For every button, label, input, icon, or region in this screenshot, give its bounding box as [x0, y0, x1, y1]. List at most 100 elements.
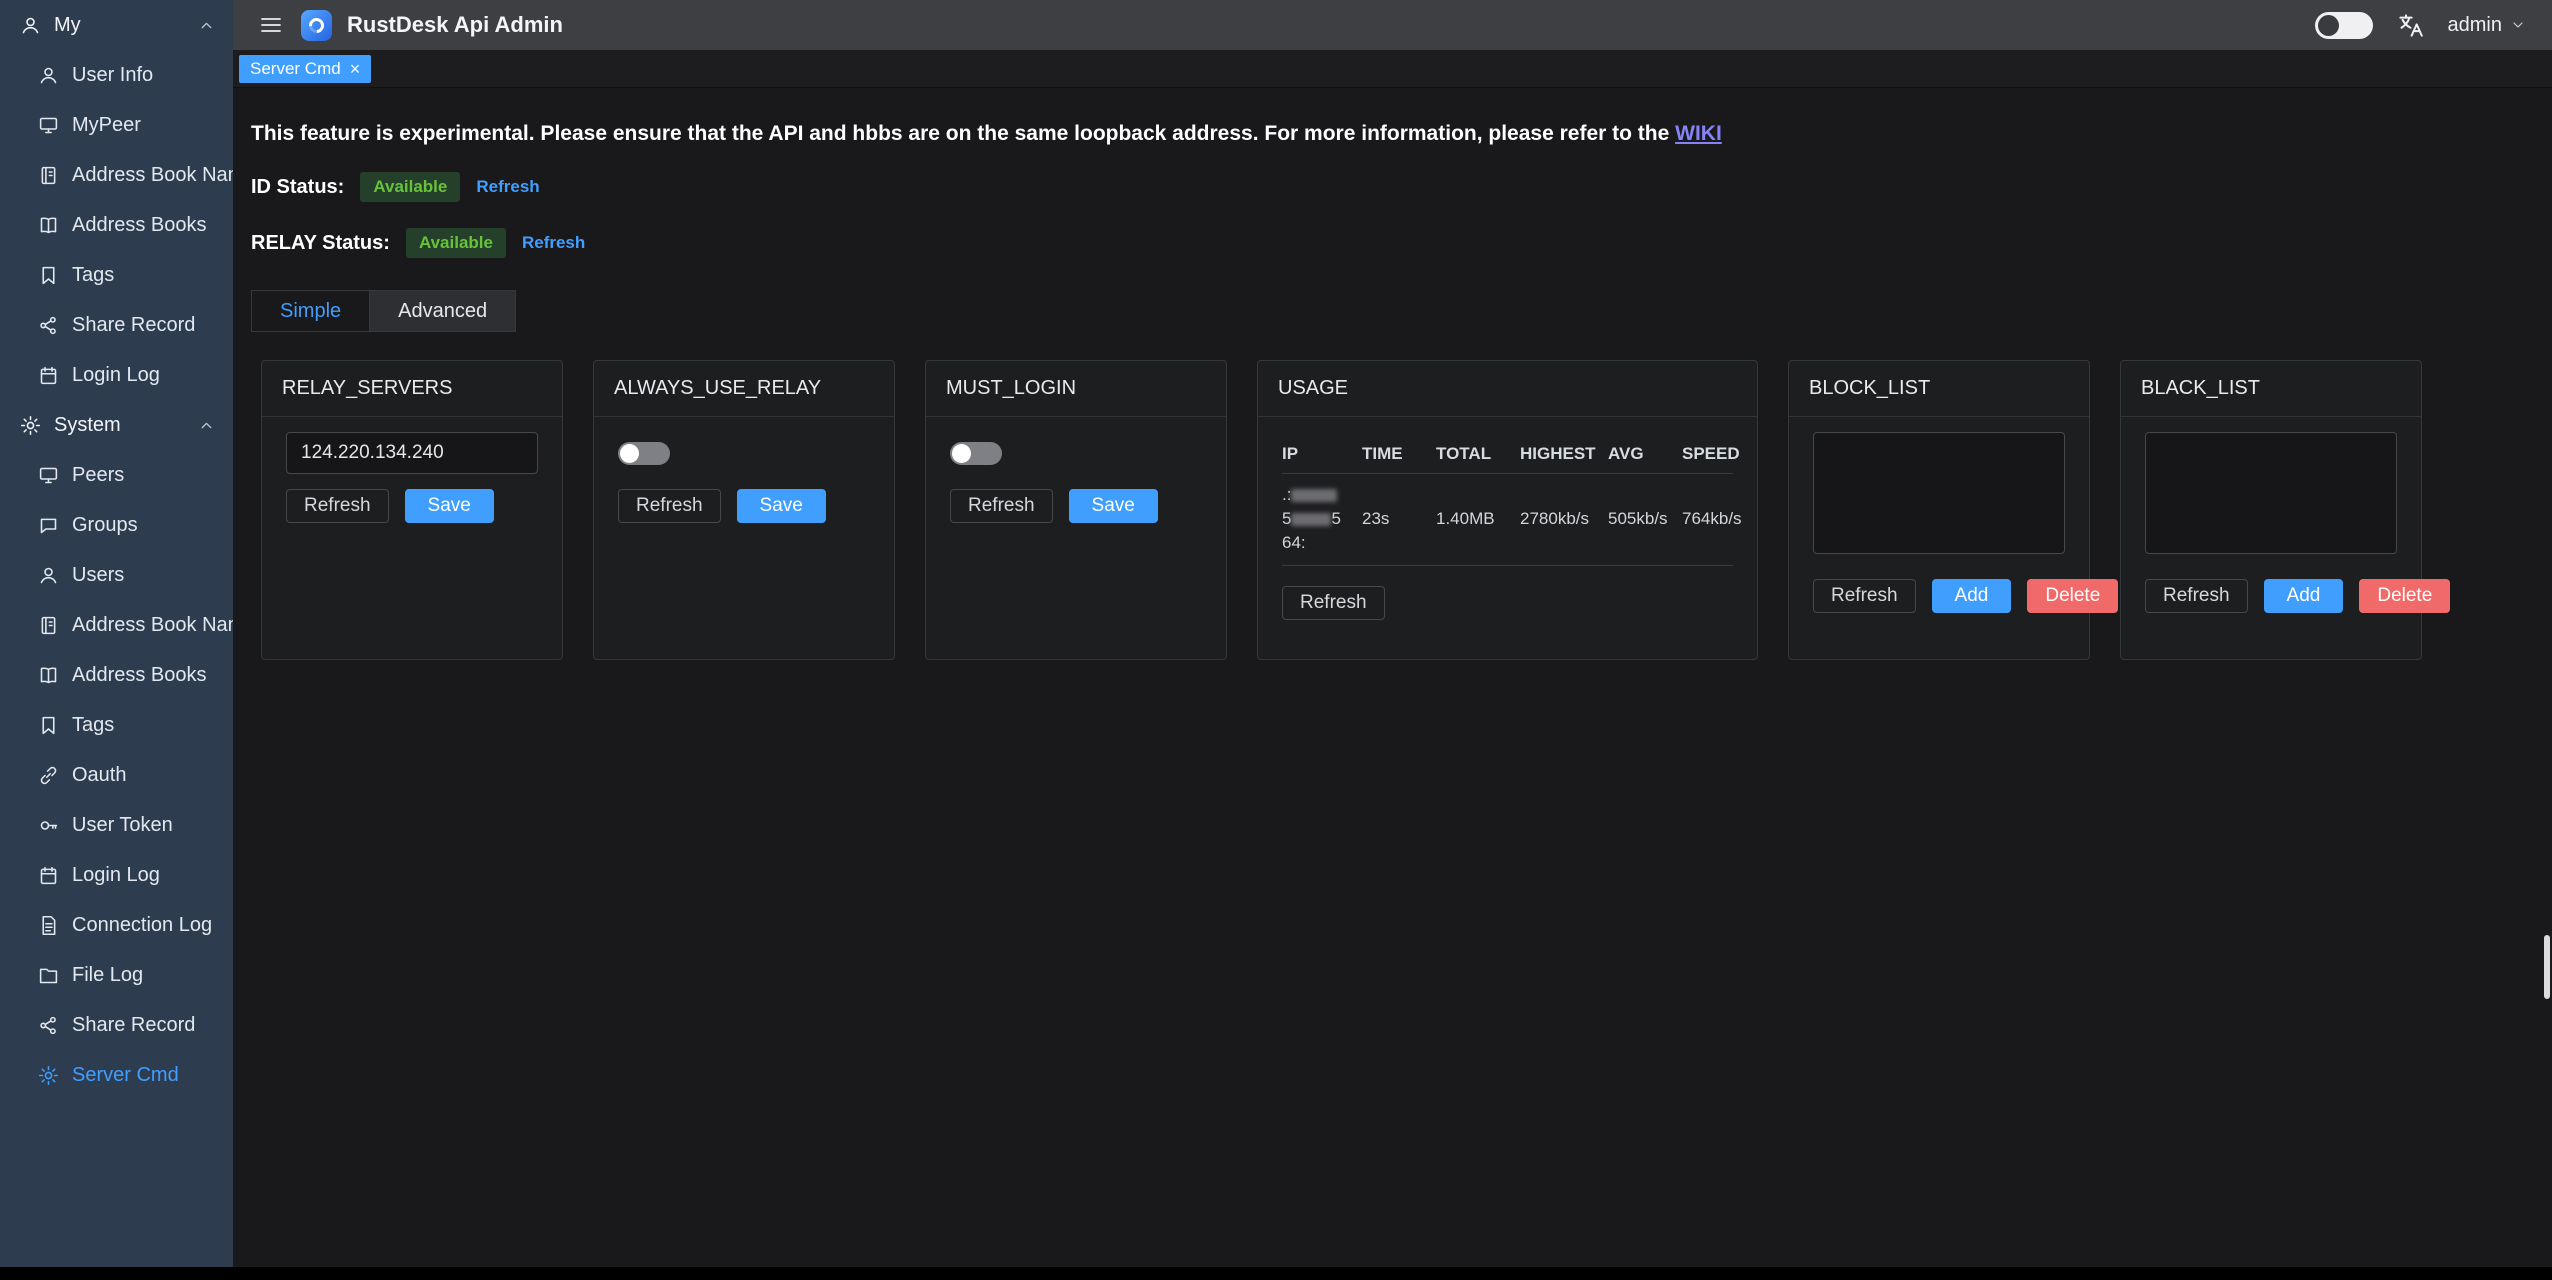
- topbar-right: admin: [2315, 12, 2526, 39]
- sidebar-item-users[interactable]: Users: [0, 550, 233, 600]
- redacted-ip-segment: [1291, 489, 1337, 502]
- sidebar-item-address-books-system[interactable]: Address Books: [0, 650, 233, 700]
- sidebar-item-address-books[interactable]: Address Books: [0, 200, 233, 250]
- hamburger-menu-icon[interactable]: [259, 13, 283, 37]
- sidebar-item-login-log-system[interactable]: Login Log: [0, 850, 233, 900]
- block-list-textarea[interactable]: [1813, 432, 2065, 554]
- tab-simple[interactable]: Simple: [251, 290, 370, 332]
- sidebar-item-share-record-system[interactable]: Share Record: [0, 1000, 233, 1050]
- black-list-textarea[interactable]: [2145, 432, 2397, 554]
- tag-label: Server Cmd: [250, 59, 341, 79]
- relay-servers-save-button[interactable]: Save: [405, 489, 494, 523]
- usage-avg-cell: 505kb/s: [1608, 509, 1682, 529]
- user-menu[interactable]: admin: [2448, 14, 2526, 37]
- sidebar-item-peers[interactable]: Peers: [0, 450, 233, 500]
- sidebar-item-address-book-names[interactable]: Address Book Names: [0, 600, 233, 650]
- sidebar-item-user-token[interactable]: User Token: [0, 800, 233, 850]
- card-relay-servers: RELAY_SERVERS Refresh Save: [261, 360, 563, 660]
- card-always-use-relay: ALWAYS_USE_RELAY Refresh Save: [593, 360, 895, 660]
- column-header-avg: AVG: [1608, 444, 1682, 464]
- usage-table-row: .: 55 64: 23s 1.40MB 2780kb/s 505kb/s 76…: [1282, 474, 1733, 566]
- folder-icon: [38, 965, 59, 986]
- usage-table-header: IP TIME TOTAL HIGHEST AVG SPEED: [1282, 438, 1733, 474]
- relay-servers-refresh-button[interactable]: Refresh: [286, 489, 389, 523]
- tag-icon: [38, 265, 59, 286]
- relay-status-refresh-link[interactable]: Refresh: [522, 233, 585, 253]
- sidebar-item-server-cmd[interactable]: Server Cmd: [0, 1050, 233, 1100]
- relay-status-label: RELAY Status:: [251, 232, 390, 255]
- sidebar-item-label: Share Record: [72, 1014, 195, 1037]
- card-usage: USAGE IP TIME TOTAL HIGHEST AVG SPEED: [1257, 360, 1758, 660]
- gear-icon: [38, 1065, 59, 1086]
- toggle-knob: [620, 444, 639, 463]
- usage-refresh-button[interactable]: Refresh: [1282, 586, 1385, 620]
- id-status-badge: Available: [360, 172, 460, 202]
- sidebar-item-file-log[interactable]: File Log: [0, 950, 233, 1000]
- notebook-icon: [38, 615, 59, 636]
- key-icon: [38, 815, 59, 836]
- relay-servers-input[interactable]: [286, 432, 538, 474]
- block-list-delete-button[interactable]: Delete: [2027, 579, 2118, 613]
- sidebar-item-connection-log[interactable]: Connection Log: [0, 900, 233, 950]
- card-black-list: BLACK_LIST Refresh Add Delete: [2120, 360, 2422, 660]
- block-list-refresh-button[interactable]: Refresh: [1813, 579, 1916, 613]
- book-icon: [38, 665, 59, 686]
- translate-icon[interactable]: [2397, 12, 2424, 39]
- sidebar-item-groups[interactable]: Groups: [0, 500, 233, 550]
- sidebar-item-address-book-name[interactable]: Address Book Name: [0, 150, 233, 200]
- sidebar-item-oauth[interactable]: Oauth: [0, 750, 233, 800]
- user-icon: [38, 565, 59, 586]
- ip-fragment: 64:: [1282, 533, 1306, 552]
- user-icon: [20, 15, 41, 36]
- server-cmd-page: This feature is experimental. Please ens…: [233, 88, 2552, 1280]
- toggle-knob: [952, 444, 971, 463]
- sidebar-item-label: Share Record: [72, 314, 195, 337]
- card-title: BLACK_LIST: [2121, 361, 2421, 417]
- id-status-label: ID Status:: [251, 176, 344, 199]
- scrollbar-thumb[interactable]: [2544, 935, 2550, 999]
- column-header-time: TIME: [1362, 444, 1436, 464]
- calendar-icon: [38, 865, 59, 886]
- topbar: RustDesk Api Admin admin: [233, 0, 2552, 50]
- tag-icon: [38, 715, 59, 736]
- window-bottom-edge: [0, 1267, 2552, 1280]
- sidebar-item-label: MyPeer: [72, 114, 141, 137]
- always-use-relay-toggle[interactable]: [618, 442, 670, 465]
- black-list-delete-button[interactable]: Delete: [2359, 579, 2450, 613]
- sidebar-item-tags[interactable]: Tags: [0, 250, 233, 300]
- card-title: BLOCK_LIST: [1789, 361, 2089, 417]
- always-use-relay-save-button[interactable]: Save: [737, 489, 826, 523]
- theme-toggle[interactable]: [2315, 12, 2373, 39]
- black-list-refresh-button[interactable]: Refresh: [2145, 579, 2248, 613]
- must-login-save-button[interactable]: Save: [1069, 489, 1158, 523]
- sidebar-section-my[interactable]: My: [0, 0, 233, 50]
- close-icon[interactable]: ×: [350, 60, 361, 78]
- tab-server-cmd[interactable]: Server Cmd ×: [239, 55, 371, 83]
- must-login-refresh-button[interactable]: Refresh: [950, 489, 1053, 523]
- id-status-refresh-link[interactable]: Refresh: [476, 177, 539, 197]
- black-list-add-button[interactable]: Add: [2264, 579, 2344, 613]
- settings-cards: RELAY_SERVERS Refresh Save ALWAYS_USE_RE…: [261, 360, 2522, 660]
- wiki-link[interactable]: WIKI: [1675, 122, 1722, 145]
- sidebar-item-label: Tags: [72, 714, 114, 737]
- must-login-toggle[interactable]: [950, 442, 1002, 465]
- chevron-up-icon: [198, 417, 215, 434]
- usage-table: IP TIME TOTAL HIGHEST AVG SPEED .: 55: [1282, 438, 1733, 566]
- gear-icon: [20, 415, 41, 436]
- always-use-relay-refresh-button[interactable]: Refresh: [618, 489, 721, 523]
- document-icon: [38, 915, 59, 936]
- block-list-add-button[interactable]: Add: [1932, 579, 2012, 613]
- tab-advanced[interactable]: Advanced: [370, 290, 516, 332]
- sidebar-item-tags-system[interactable]: Tags: [0, 700, 233, 750]
- column-header-ip: IP: [1282, 444, 1362, 464]
- sidebar-item-user-info[interactable]: User Info: [0, 50, 233, 100]
- card-block-list: BLOCK_LIST Refresh Add Delete: [1788, 360, 2090, 660]
- sidebar-item-login-log[interactable]: Login Log: [0, 350, 233, 400]
- sidebar-section-system[interactable]: System: [0, 400, 233, 450]
- sidebar-item-share-record[interactable]: Share Record: [0, 300, 233, 350]
- monitor-icon: [38, 465, 59, 486]
- app-title: RustDesk Api Admin: [347, 12, 563, 38]
- sidebar-item-label: Address Book Names: [72, 614, 233, 637]
- sidebar-item-mypeer[interactable]: MyPeer: [0, 100, 233, 150]
- sidebar: My User Info MyPeer Address Book Name Ad…: [0, 0, 233, 1280]
